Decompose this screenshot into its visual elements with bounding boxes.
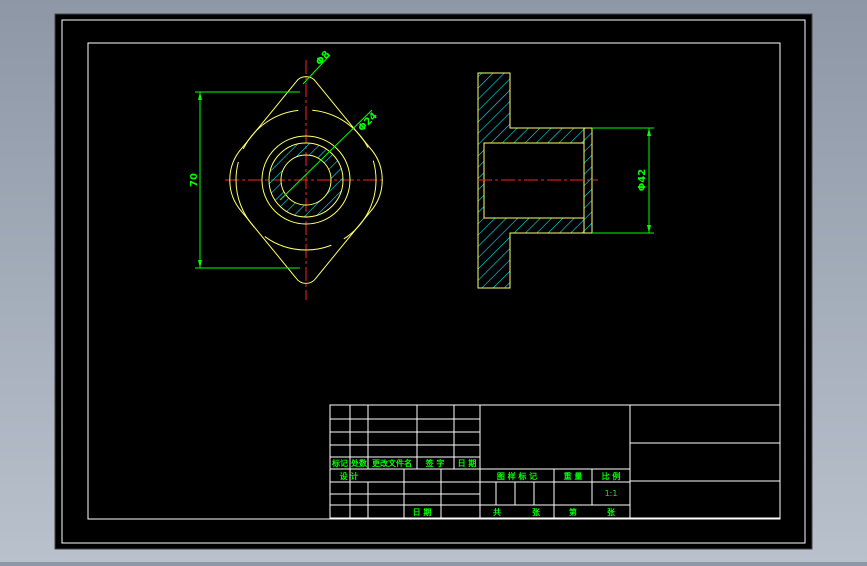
label-sheet-unit: 张 [532, 508, 541, 517]
value-scale: 1:1 [605, 489, 618, 498]
dim-text-height: 70 [189, 173, 200, 187]
cad-viewer: Φ8 Φ24 70 Φ42 标记 处数 更改文件名 签 字 日 期 设 计 日 … [0, 0, 867, 562]
label-mark: 标记 [331, 458, 348, 468]
label-total: 共 [493, 507, 501, 517]
label-sheet-unit-2: 张 [607, 508, 616, 517]
label-signature: 签 字 [425, 458, 445, 468]
dim-text-bore: Φ42 [637, 169, 648, 191]
drawing-canvas[interactable]: Φ8 Φ24 70 Φ42 标记 处数 更改文件名 签 字 日 期 设 计 日 … [0, 0, 867, 562]
label-sheet-no: 第 [569, 507, 577, 517]
label-design: 设 计 [340, 471, 359, 481]
label-count: 处数 [350, 458, 368, 468]
label-change-doc: 更改文件名 [372, 458, 412, 468]
label-drawing-mark: 图 样 标 记 [497, 471, 537, 481]
label-scale: 比 例 [602, 471, 621, 481]
label-weight: 重 量 [564, 471, 583, 481]
label-date-top: 日 期 [458, 458, 477, 468]
label-date: 日 期 [413, 507, 432, 517]
